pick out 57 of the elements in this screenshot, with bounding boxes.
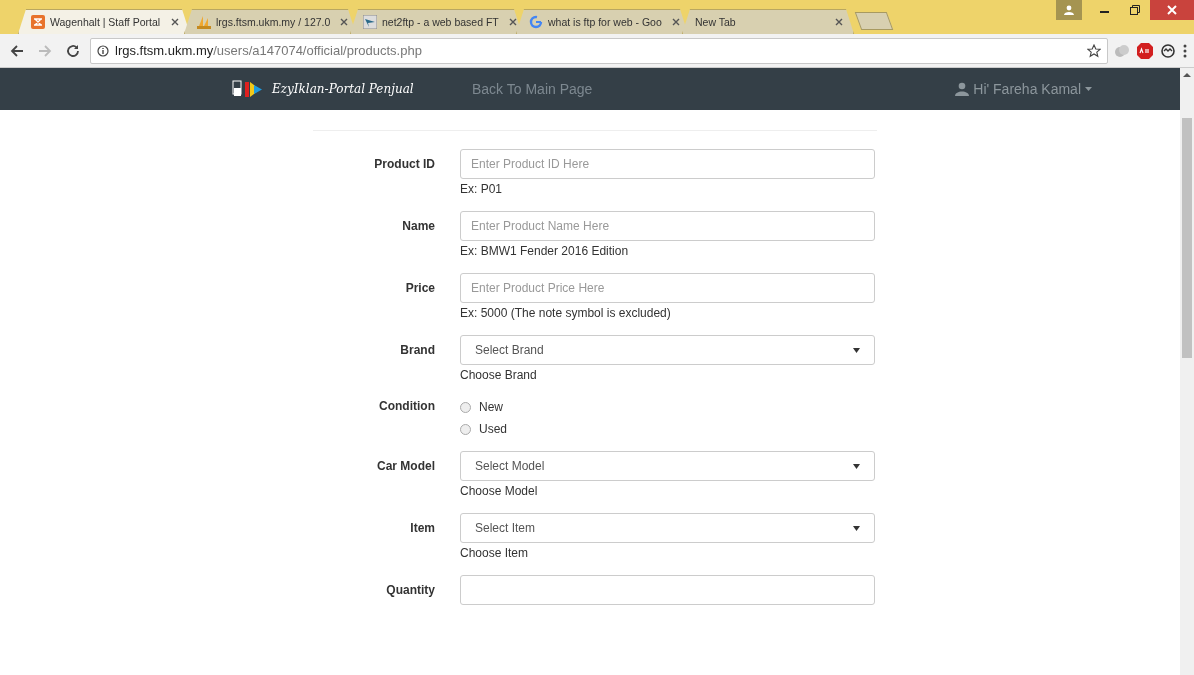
close-icon[interactable] <box>671 18 680 26</box>
reload-icon <box>66 43 80 58</box>
g-favicon-icon <box>529 15 543 29</box>
scroll-up-icon[interactable] <box>1183 72 1191 78</box>
dropdown[interactable]: Select Model <box>460 451 875 481</box>
field-label: Product ID <box>373 156 435 173</box>
user-icon <box>955 82 970 96</box>
radio-label: New <box>479 400 503 414</box>
field-label: Price <box>404 280 435 297</box>
sails-favicon-icon <box>197 15 211 29</box>
text-field[interactable]: Enter Product Name Here <box>460 211 875 241</box>
restore-icon <box>1130 5 1140 15</box>
app-favicon-icon <box>31 15 45 29</box>
help-text: Choose Item <box>460 546 530 560</box>
close-icon[interactable] <box>508 18 517 26</box>
profile-icon[interactable] <box>1056 0 1082 20</box>
browser-tab[interactable]: New Tab <box>682 9 854 34</box>
adblock-icon[interactable] <box>1136 41 1154 60</box>
close-icon[interactable] <box>171 18 179 26</box>
radio-button[interactable] <box>460 423 471 435</box>
field-label: Car Model <box>376 458 435 475</box>
close-icon <box>1167 5 1177 15</box>
caret-icon <box>853 463 860 469</box>
arrow-favicon-icon <box>363 15 377 29</box>
caret-icon[interactable] <box>1085 87 1092 91</box>
radio-button[interactable] <box>460 401 471 413</box>
field-label: Condition <box>378 398 435 415</box>
field-label: Brand <box>399 342 435 359</box>
help-text: Ex: P01 <box>460 182 504 196</box>
help-text: Ex: 5000 (The note symbol is excluded) <box>460 306 672 320</box>
dropdown[interactable]: Select Brand <box>460 335 875 365</box>
menu-icon[interactable] <box>1182 42 1188 59</box>
forward-arrow-icon <box>38 43 52 58</box>
address-bar[interactable]: lrgs.ftsm.ukm.my/users/a147074/official/products.php <box>90 37 1108 64</box>
close-button[interactable] <box>1150 0 1194 20</box>
sync-icon[interactable] <box>1160 42 1176 59</box>
text-field[interactable] <box>460 575 875 605</box>
field-label: Name <box>401 218 435 235</box>
text-field[interactable]: Enter Product ID Here <box>460 149 875 179</box>
user-menu[interactable]: Hi' Fareha Kamal <box>973 81 1081 97</box>
radio-label: Used <box>479 422 507 436</box>
close-icon[interactable] <box>340 18 349 26</box>
scrollbar[interactable] <box>1180 68 1194 675</box>
help-text: Choose Brand <box>460 368 538 382</box>
info-icon[interactable] <box>97 44 109 57</box>
dropdown[interactable]: Select Item <box>460 513 875 543</box>
field-label: Quantity <box>385 582 435 599</box>
back-arrow-icon <box>10 43 24 58</box>
close-icon[interactable] <box>835 18 843 26</box>
brand-name[interactable]: EzyIklan-Portal Penjual <box>272 82 414 96</box>
caret-icon <box>853 525 860 531</box>
field-label: Item <box>409 520 435 537</box>
text-field[interactable]: Enter Product Price Here <box>460 273 875 303</box>
help-text: Choose Model <box>460 484 539 498</box>
caret-icon <box>853 347 860 353</box>
help-text: Ex: BMW1 Fender 2016 Edition <box>460 244 630 258</box>
star-icon[interactable] <box>1087 43 1101 58</box>
